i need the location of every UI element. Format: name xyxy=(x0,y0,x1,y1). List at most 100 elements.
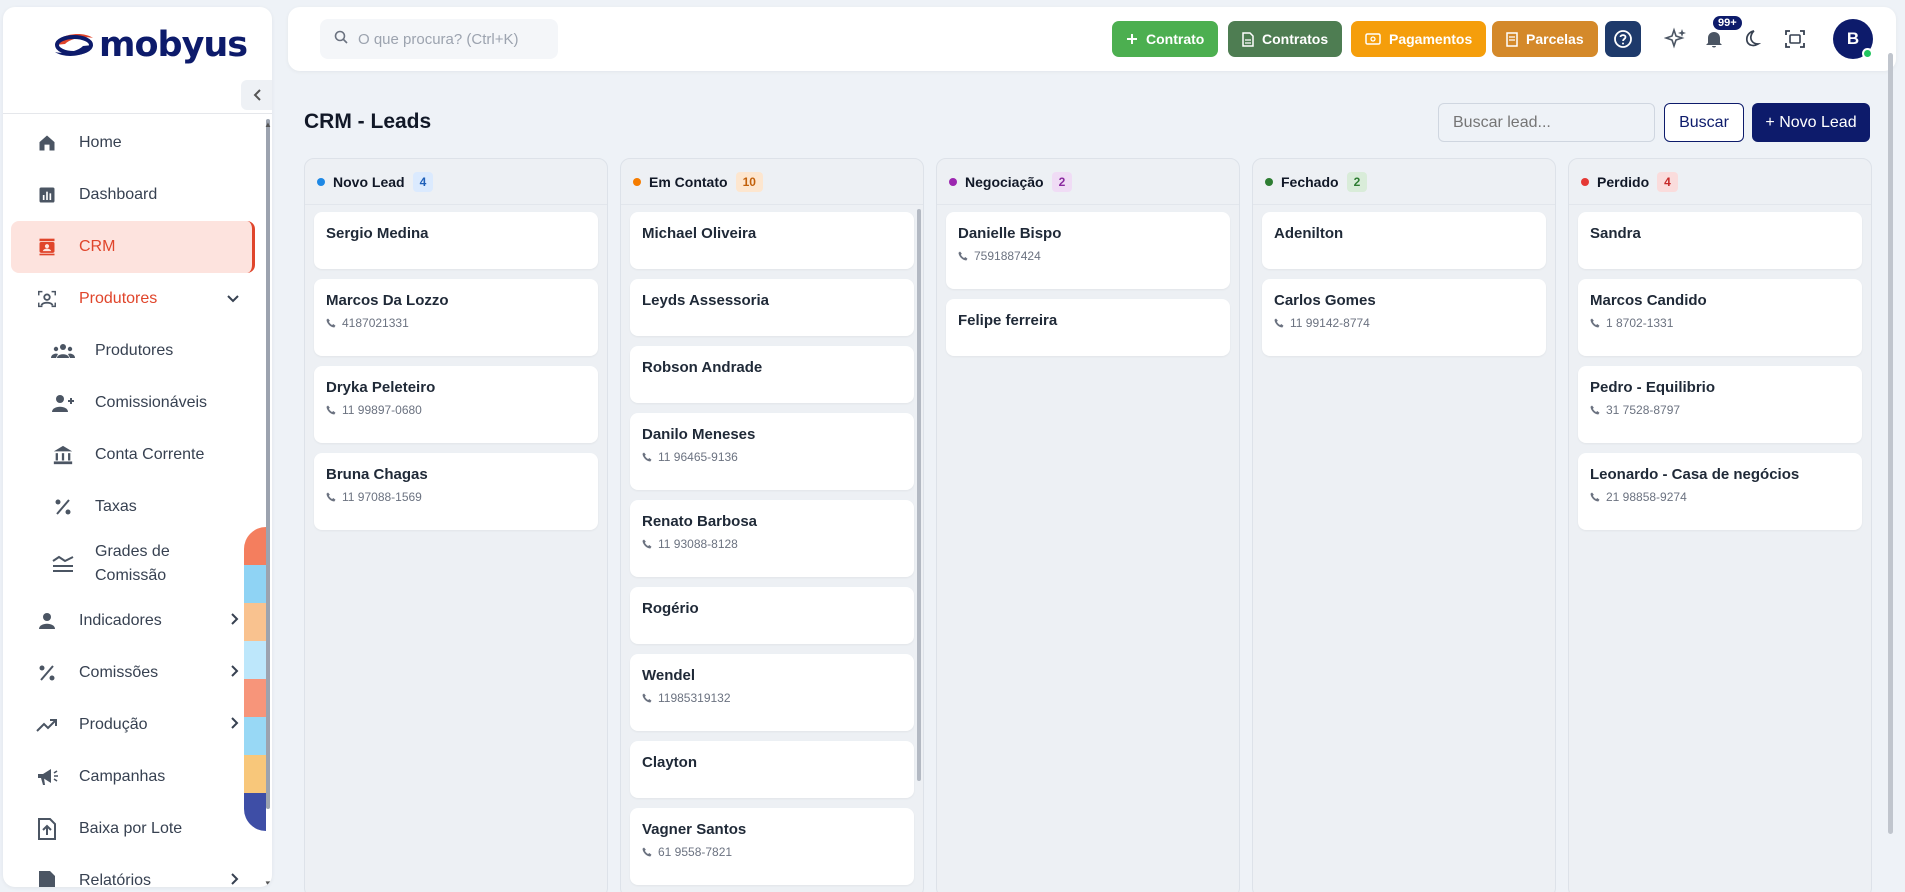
phone-icon xyxy=(326,318,336,328)
sidebar-item-label: Indicadores xyxy=(79,612,162,629)
sidebar-item-produtores[interactable]: Produtores xyxy=(3,325,263,377)
sidebar-item-relatorios[interactable]: Relatórios xyxy=(3,855,263,887)
lead-card[interactable]: Marcos Candido 1 8702-1331 xyxy=(1578,279,1862,356)
lead-name: Leonardo - Casa de negócios xyxy=(1590,466,1800,483)
chevron-right-icon xyxy=(231,664,239,682)
collapse-sidebar-button[interactable] xyxy=(241,80,272,110)
column-title: Negociação xyxy=(965,173,1044,190)
sidebar-scrollbar[interactable] xyxy=(266,119,270,809)
lead-card[interactable]: Rogério xyxy=(630,587,914,644)
sidebar-item-grades-comissao[interactable]: Grades de Comissão xyxy=(3,533,263,595)
lead-card[interactable]: Danielle Bispo 7591887424 xyxy=(946,212,1230,289)
lead-name: Pedro - Equilibrio xyxy=(1590,379,1716,396)
column-title: Perdido xyxy=(1597,173,1650,190)
lead-phone: 7591887424 xyxy=(958,249,1218,263)
chevron-down-icon xyxy=(227,290,239,308)
lead-card[interactable]: Sergio Medina xyxy=(314,212,598,269)
lead-card[interactable]: Leyds Assessoria xyxy=(630,279,914,336)
lead-phone: 11985319132 xyxy=(642,691,902,705)
column-cards: Sandra Marcos Candido 1 8702-1331 Pedro - E… xyxy=(1569,205,1871,547)
new-contract-button[interactable]: Contrato xyxy=(1112,21,1219,57)
lead-card[interactable]: Sandra xyxy=(1578,212,1862,269)
lead-search-input[interactable] xyxy=(1438,103,1655,142)
lead-card[interactable]: Renato Barbosa 11 93088-8128 xyxy=(630,500,914,577)
sidebar-item-indicadores[interactable]: Indicadores xyxy=(3,595,263,647)
lead-card[interactable]: Dryka Peleteiro 11 99897-0680 xyxy=(314,366,598,443)
status-dot xyxy=(317,177,325,186)
lead-phone: 11 96465-9136 xyxy=(642,450,902,464)
sparkles-icon[interactable] xyxy=(1664,27,1688,51)
fullscreen-icon[interactable] xyxy=(1785,30,1805,48)
lead-card[interactable]: Bruna Chagas 11 97088-1569 xyxy=(314,453,598,530)
lead-card[interactable]: Vagner Santos 61 9558-7821 xyxy=(630,808,914,885)
sidebar-item-home[interactable]: Home xyxy=(3,117,263,169)
lead-name: Danilo Meneses xyxy=(642,426,756,443)
bank-icon xyxy=(51,443,75,467)
column-count-badge: 10 xyxy=(735,171,763,192)
column-header: Novo Lead 4 xyxy=(305,159,607,205)
column-scrollbar[interactable] xyxy=(917,209,921,781)
search-button[interactable]: Buscar xyxy=(1664,103,1744,142)
lead-card[interactable]: Felipe ferreira xyxy=(946,299,1230,356)
column-header: Fechado 2 xyxy=(1253,159,1555,205)
column-title: Novo Lead xyxy=(333,173,405,190)
new-contract-label: Contrato xyxy=(1146,31,1205,47)
lead-card[interactable]: Robson Andrade xyxy=(630,346,914,403)
sidebar-item-produtores-group[interactable]: Produtores xyxy=(3,273,263,325)
sidebar-item-conta-corrente[interactable]: Conta Corrente xyxy=(3,429,263,481)
logo[interactable]: mobyus xyxy=(51,23,248,67)
lead-name: Marcos Da Lozzo xyxy=(326,292,449,309)
lead-card[interactable]: Carlos Gomes 11 99142-8774 xyxy=(1262,279,1546,356)
lead-card[interactable]: Clayton xyxy=(630,741,914,798)
lead-phone-number: 11 96465-9136 xyxy=(658,450,738,464)
lead-card[interactable]: Adenilton xyxy=(1262,212,1546,269)
lead-phone-number: 11 99897-0680 xyxy=(342,403,422,417)
sidebar-item-label: Produtores xyxy=(95,342,174,359)
installments-button[interactable]: Parcelas xyxy=(1492,21,1598,57)
bell-icon[interactable] xyxy=(1705,29,1723,49)
lead-phone-number: 11 93088-8128 xyxy=(658,537,738,551)
sidebar-item-comissoes[interactable]: Comissões xyxy=(3,647,263,699)
sidebar-item-label: Comissões xyxy=(79,664,159,681)
money-icon xyxy=(1365,33,1381,45)
contracts-button[interactable]: Contratos xyxy=(1228,21,1343,57)
column-cards: Sergio Medina Marcos Da Lozzo 4187021331 Dr… xyxy=(305,205,607,547)
global-search-input[interactable]: O que procura? (Ctrl+K) xyxy=(320,19,558,59)
lead-card[interactable]: Michael Oliveira xyxy=(630,212,914,269)
scroll-up-arrow-icon[interactable]: ▲ xyxy=(264,120,272,129)
help-button[interactable] xyxy=(1605,21,1641,57)
payments-button[interactable]: Pagamentos xyxy=(1351,21,1487,57)
sidebar-item-crm[interactable]: CRM xyxy=(11,221,255,273)
lead-phone-number: 31 7528-8797 xyxy=(1606,403,1681,417)
file-upload-icon xyxy=(35,817,59,841)
moon-icon[interactable] xyxy=(1743,30,1761,48)
sidebar-item-dashboard[interactable]: Dashboard xyxy=(3,169,263,221)
sidebar-item-label: Relatórios xyxy=(79,872,152,887)
kanban-column-em-contato: Em Contato 10 Michael Oliveira Leyds Assess… xyxy=(620,158,924,892)
page-title: CRM - Leads xyxy=(304,110,432,133)
sidebar-item-taxas[interactable]: Taxas xyxy=(3,481,263,533)
user-plus-icon xyxy=(51,391,75,415)
lead-card[interactable]: Leonardo - Casa de negócios 21 98858-9274 xyxy=(1578,453,1862,530)
sidebar-item-baixa-por-lote[interactable]: Baixa por Lote xyxy=(3,803,263,855)
lead-phone: 11 93088-8128 xyxy=(642,537,902,551)
kanban-column-fechado: Fechado 2 Adenilton Carlos Gomes 11 99142-87… xyxy=(1252,158,1556,892)
scroll-down-arrow-icon[interactable]: ▼ xyxy=(264,879,272,887)
lead-card[interactable]: Marcos Da Lozzo 4187021331 xyxy=(314,279,598,356)
sidebar-item-comissionaveis[interactable]: Comissionáveis xyxy=(3,377,263,429)
sidebar-item-campanhas[interactable]: Campanhas xyxy=(3,751,263,803)
phone-icon xyxy=(642,539,652,549)
lead-card[interactable]: Pedro - Equilibrio 31 7528-8797 xyxy=(1578,366,1862,443)
logo-text: mobyus xyxy=(99,25,248,65)
phone-icon xyxy=(1274,318,1284,328)
lead-card[interactable]: Danilo Meneses 11 96465-9136 xyxy=(630,413,914,490)
users-icon xyxy=(51,339,75,363)
main-scrollbar[interactable] xyxy=(1888,53,1893,834)
phone-icon xyxy=(1590,405,1600,415)
lead-name: Felipe ferreira xyxy=(958,312,1058,329)
sidebar-item-producao[interactable]: Produção xyxy=(3,699,263,751)
lead-phone: 21 98858-9274 xyxy=(1590,490,1850,504)
online-status-dot xyxy=(1862,48,1873,59)
lead-card[interactable]: Wendel 11985319132 xyxy=(630,654,914,731)
new-lead-button[interactable]: + Novo Lead xyxy=(1752,103,1870,142)
